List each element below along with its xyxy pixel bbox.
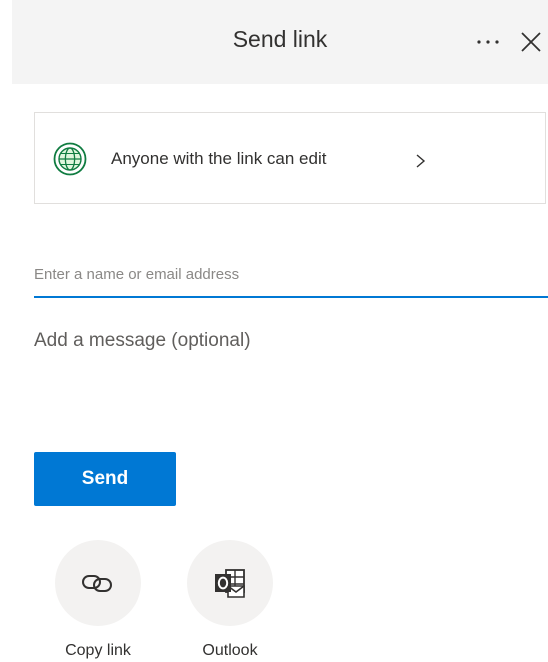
outlook-label: Outlook: [202, 642, 258, 659]
copy-link-circle: [55, 540, 141, 626]
close-button[interactable]: [513, 20, 548, 64]
more-options-button[interactable]: [467, 20, 509, 64]
outlook-icon: [215, 569, 245, 598]
copy-link-option[interactable]: Copy link: [38, 540, 158, 662]
link-permission-text: Anyone with the link can edit: [111, 149, 327, 168]
copy-link-label: Copy link: [65, 642, 131, 659]
chevron-right-icon: [416, 154, 426, 168]
globe-icon: [53, 142, 87, 176]
message-textarea[interactable]: [34, 330, 546, 410]
outlook-circle: [187, 540, 273, 626]
more-icon: [477, 40, 499, 44]
recipient-input[interactable]: [34, 252, 548, 298]
send-button[interactable]: Send: [34, 452, 176, 506]
link-permission-settings[interactable]: Anyone with the link can edit: [34, 112, 546, 204]
dialog-header: Send link: [12, 0, 548, 84]
link-icon: [82, 575, 112, 592]
close-icon: [521, 32, 541, 52]
outlook-option[interactable]: Outlook: [170, 540, 290, 662]
